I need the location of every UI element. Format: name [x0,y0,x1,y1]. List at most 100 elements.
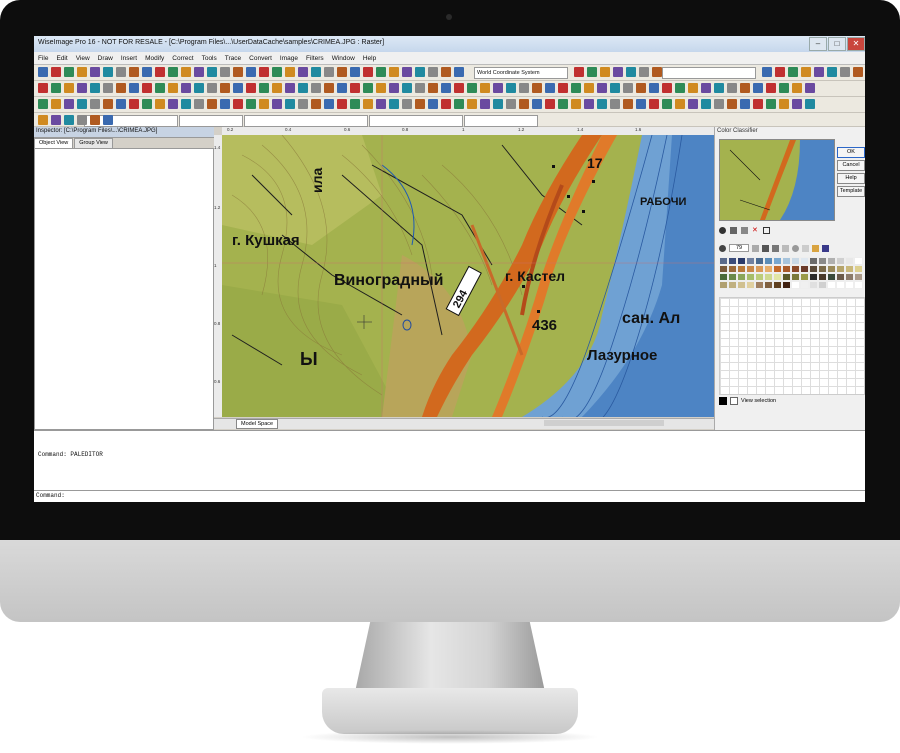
menu-edit[interactable]: Edit [52,55,71,62]
toolbar-tool-icon[interactable] [363,83,373,93]
toolbar-tool-icon[interactable] [207,99,217,109]
toolbar-tool-icon[interactable] [220,83,230,93]
toolbar-tool-icon[interactable] [480,83,490,93]
toolbar-tool-icon[interactable] [545,99,555,109]
toolbar-tool-icon[interactable] [207,83,217,93]
toolbar-tool-icon[interactable] [311,83,321,93]
palette-swatch[interactable] [818,281,827,289]
toolbar-tool-icon[interactable] [610,99,620,109]
palette-swatch[interactable] [827,257,836,265]
toolbar-tool-icon[interactable] [181,67,191,77]
toolbar-tool-icon[interactable] [350,83,360,93]
palette-grid[interactable] [719,257,863,289]
gear-icon[interactable] [719,244,726,252]
toolbar-tool-icon[interactable] [246,83,256,93]
toolbar-tool-icon[interactable] [259,67,269,77]
palette-swatch[interactable] [836,281,845,289]
toolbar-tool-icon[interactable] [350,67,360,77]
palette-swatch[interactable] [728,257,737,265]
toolbar-tool-icon[interactable] [532,99,542,109]
palette-swatch[interactable] [818,273,827,281]
toolbar-tool-icon[interactable] [64,99,74,109]
brush-icon[interactable] [772,244,779,252]
palette-swatch[interactable] [773,265,782,273]
palette-swatch[interactable] [764,281,773,289]
toolbar-tool-icon[interactable] [246,67,256,77]
toolbar-tool-icon[interactable] [639,67,649,77]
toolbar-tool-icon[interactable] [597,83,607,93]
palette-swatch[interactable] [854,281,863,289]
toolbar-tool-icon[interactable] [324,83,334,93]
palette-swatch[interactable] [836,273,845,281]
toolbar-tool-icon[interactable] [840,67,850,77]
toolbar-tool-icon[interactable] [493,83,503,93]
circle-icon[interactable] [792,244,799,252]
toolbar-tool-icon[interactable] [480,99,490,109]
palette-swatch[interactable] [854,273,863,281]
view-selection-checkbox[interactable] [730,397,738,405]
classifier-preview[interactable] [719,139,835,221]
toolbar-tool-icon[interactable] [103,83,113,93]
toolbar-tool-icon[interactable] [116,83,126,93]
tab-object-view[interactable]: Object View [34,138,74,148]
toolbar-tool-icon[interactable] [259,99,269,109]
toolbar-tool-icon[interactable] [792,99,802,109]
toolbar-tool-icon[interactable] [103,99,113,109]
palette-swatch[interactable] [728,281,737,289]
toolbar-tool-icon[interactable] [64,115,74,125]
palette-swatch[interactable] [818,257,827,265]
palette-swatch[interactable] [800,265,809,273]
palette-swatch[interactable] [719,257,728,265]
toolbar-tool-icon[interactable] [272,99,282,109]
palette-swatch[interactable] [773,273,782,281]
toolbar-tool-icon[interactable] [545,83,555,93]
toolbar-tool-icon[interactable] [207,67,217,77]
toolbar-tool-icon[interactable] [363,99,373,109]
toolbar-tool-icon[interactable] [649,99,659,109]
toolbar-tool-icon[interactable] [652,67,662,77]
toolbar-tool-icon[interactable] [454,67,464,77]
palette-swatch[interactable] [719,273,728,281]
palette-swatch[interactable] [782,265,791,273]
toolbar-tool-icon[interactable] [662,99,672,109]
toolbar-tool-icon[interactable] [90,99,100,109]
close-button[interactable]: ✕ [847,37,865,51]
toolbar-tool-icon[interactable] [584,99,594,109]
toolbar-tool-icon[interactable] [600,67,610,77]
toolbar-tool-icon[interactable] [467,99,477,109]
toolbar-tool-icon[interactable] [233,83,243,93]
toolbar-tool-icon[interactable] [129,67,139,77]
toolbar-tool-icon[interactable] [324,67,334,77]
palette-swatch[interactable] [782,257,791,265]
toolbar-tool-icon[interactable] [285,83,295,93]
toolbar-tool-icon[interactable] [116,99,126,109]
toolbar-tool-icon[interactable] [753,99,763,109]
palette-swatch[interactable] [764,265,773,273]
toolbar-tool-icon[interactable] [363,67,373,77]
toolbar-tool-icon[interactable] [129,83,139,93]
toolbar-tool-icon[interactable] [779,99,789,109]
current-color-swatch[interactable] [719,397,727,405]
remove-icon[interactable]: ✕ [752,227,759,234]
toolbar-tool-icon[interactable] [649,83,659,93]
palette-swatch[interactable] [773,257,782,265]
menu-insert[interactable]: Insert [117,55,141,62]
toolbar-tool-icon[interactable] [597,99,607,109]
toolbar-tool-icon[interactable] [688,83,698,93]
toolbar-tool-icon[interactable] [350,99,360,109]
toolbar-tool-icon[interactable] [613,67,623,77]
menu-correct[interactable]: Correct [168,55,197,62]
toolbar-tool-icon[interactable] [38,115,48,125]
palette-swatch[interactable] [809,273,818,281]
toolbar-tool-icon[interactable] [779,83,789,93]
toolbar-tool-icon[interactable] [454,99,464,109]
toolbar-tool-icon[interactable] [610,83,620,93]
folder-icon[interactable] [812,244,819,252]
menu-file[interactable]: File [34,55,52,62]
toolbar-tool-icon[interactable] [337,67,347,77]
toolbar-tool-icon[interactable] [311,99,321,109]
toolbar-tool-icon[interactable] [558,83,568,93]
toolbar-tool-icon[interactable] [155,83,165,93]
palette-swatch[interactable] [746,281,755,289]
toolbar-tool-icon[interactable] [402,83,412,93]
